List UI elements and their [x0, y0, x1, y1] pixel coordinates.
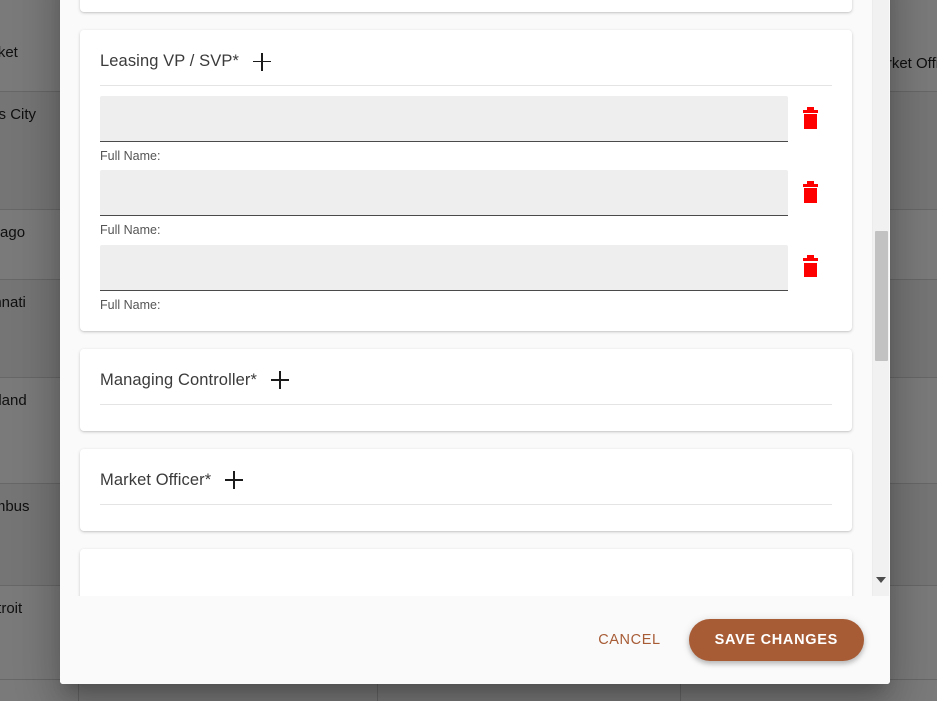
delete-contact-button[interactable] [788, 245, 832, 291]
entry-row: Full Name: [100, 96, 832, 164]
entry-rows-leasing-vp-svp: Full Name: Full Name: Full Name: [100, 86, 832, 331]
entry-row: Full Name: [100, 244, 832, 313]
full-name-label: Full Name: [100, 223, 161, 238]
partial-section-card-above[interactable] [80, 0, 852, 12]
modal-scrollbar[interactable] [872, 0, 889, 596]
modal-sections-list: Leasing VP / SVP* Full Name: Full Name: Ful… [80, 0, 852, 596]
trash-icon [802, 255, 818, 277]
section-card-managing-controller: Managing Controller* [80, 348, 852, 431]
contact-name-input[interactable] [100, 170, 788, 217]
cancel-button[interactable]: CANCEL [584, 622, 674, 658]
plus-icon[interactable] [253, 52, 271, 71]
entry-field-wrapper: Full Name: [100, 96, 788, 164]
section-card-leasing-vp-svp: Leasing VP / SVP* Full Name: Full Name: Ful… [80, 30, 852, 331]
trash-icon [802, 106, 818, 129]
entry-row: Full Name: [100, 170, 832, 238]
plus-icon[interactable] [271, 371, 290, 390]
plus-icon[interactable] [225, 471, 244, 490]
save-changes-button[interactable]: SAVE CHANGES [688, 619, 864, 661]
section-title-market-officer: Market Officer* [100, 470, 212, 489]
chevron-down-caret [876, 576, 886, 583]
sections-host: Leasing VP / SVP* Full Name: Full Name: Ful… [80, 30, 852, 531]
modal-scrollbar-thumb[interactable] [875, 231, 888, 361]
delete-contact-button[interactable] [788, 96, 832, 142]
contact-name-input[interactable] [100, 244, 788, 291]
delete-contact-button[interactable] [788, 170, 832, 216]
chevron-down-icon[interactable] [873, 571, 889, 588]
section-empty-space [100, 505, 832, 531]
modal-scroll-body[interactable]: Leasing VP / SVP* Full Name: Full Name: Ful… [60, 0, 890, 596]
modal-footer: CANCEL SAVE CHANGES [60, 596, 890, 684]
entry-field-wrapper: Full Name: [100, 244, 788, 313]
section-card-market-officer: Market Officer* [80, 448, 852, 531]
section-empty-space [100, 405, 832, 431]
section-header-managing-controller: Managing Controller* [100, 349, 832, 405]
partial-section-card-below[interactable] [80, 548, 852, 596]
section-title-managing-controller: Managing Controller* [100, 370, 258, 389]
section-header-market-officer: Market Officer* [100, 449, 832, 505]
full-name-label: Full Name: [100, 297, 161, 312]
full-name-label: Full Name: [100, 149, 161, 163]
trash-icon [802, 180, 818, 203]
contact-name-input[interactable] [100, 96, 788, 142]
entry-field-wrapper: Full Name: [100, 170, 788, 238]
section-title-leasing-vp-svp: Leasing VP / SVP* [100, 52, 239, 70]
edit-market-contacts-dialog: Leasing VP / SVP* Full Name: Full Name: Ful… [60, 0, 890, 684]
section-header-leasing-vp-svp: Leasing VP / SVP* [100, 30, 832, 86]
